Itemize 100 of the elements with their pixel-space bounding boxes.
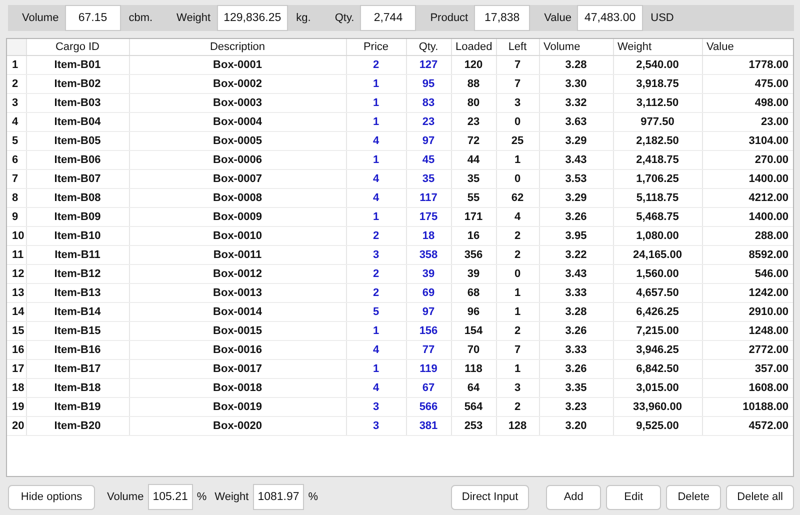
table-cell: 270.00 [702,150,793,170]
table-cell: 24,165.00 [613,246,702,264]
table-cell: Item-B02 [26,74,129,94]
table-cell: 12 [7,264,26,284]
table-cell: 4 [346,378,406,398]
table-cell: Box-0020 [129,416,346,436]
column-header[interactable]: Weight [613,39,702,56]
table-cell: 1,560.00 [613,264,702,284]
table-cell: 4 [496,208,539,226]
table-cell: Box-0002 [129,74,346,94]
table-cell: 7 [496,56,539,74]
table-cell: Item-B05 [26,132,129,150]
table-cell: 1 [496,302,539,322]
table-cell: 39 [406,264,451,284]
table-cell: 2 [496,398,539,416]
table-cell: 1,706.25 [613,170,702,188]
table-cell: Item-B07 [26,170,129,188]
table-cell: 17 [7,360,26,378]
table-cell: 35 [406,170,451,188]
table-cell: 4 [346,132,406,150]
table-cell: 3.20 [539,416,613,436]
column-header[interactable]: Volume [539,39,613,56]
table-cell: 171 [451,208,496,226]
table-cell: 3.23 [539,398,613,416]
table-cell: 0 [496,112,539,132]
table-cell: 1 [7,56,26,74]
table-cell: 356 [451,246,496,264]
table-cell: 4572.00 [702,416,793,436]
summary-field[interactable]: 67.15 [64,5,121,31]
summary-field[interactable]: 2,744 [360,5,416,31]
action-button[interactable]: Direct Input [450,484,530,510]
summary-field[interactable]: 129,836.25 [216,5,288,31]
table-cell: 1 [346,74,406,94]
table-cell: 498.00 [702,94,793,112]
table-cell: Box-0011 [129,246,346,264]
table-cell: 119 [406,360,451,378]
column-header[interactable]: Price [346,39,406,56]
table-cell: 9 [7,208,26,226]
table-cell: Box-0003 [129,94,346,112]
action-button[interactable]: Edit [606,484,662,510]
table-cell: 19 [7,398,26,416]
percent-field[interactable]: 105.21 [148,484,193,510]
table-cell: 3.26 [539,208,613,226]
summary-label: Value [544,12,572,24]
summary-label: Volume [22,12,59,24]
field-label: Volume [107,491,144,503]
column-header[interactable]: Cargo ID [26,39,129,56]
table-cell: 80 [451,94,496,112]
table-cell: 1242.00 [702,284,793,302]
table-cell: Item-B12 [26,264,129,284]
table-cell: 18 [7,378,26,398]
table-cell: 77 [406,340,451,360]
table-cell: 4 [346,188,406,208]
table-cell: 8592.00 [702,246,793,264]
table-cell: 3.63 [539,112,613,132]
table-cell: 39 [451,264,496,284]
summary-field[interactable]: 17,838 [474,5,530,31]
table-cell: 7 [496,340,539,360]
table-cell: 23 [406,112,451,132]
table-cell: 9,525.00 [613,416,702,436]
table-cell: 5,468.75 [613,208,702,226]
table-cell: 253 [451,416,496,436]
column-header[interactable]: Loaded [451,39,496,56]
column-header[interactable]: Value [702,39,793,56]
table-cell: 2 [496,246,539,264]
action-button[interactable]: Delete [666,484,722,510]
table-cell: Item-B13 [26,284,129,302]
table-cell: 1 [346,94,406,112]
table-cell: 45 [406,150,451,170]
table-cell: 2 [7,74,26,94]
action-button[interactable]: Delete all [726,484,794,510]
table-cell: Box-0012 [129,264,346,284]
table-cell: 69 [406,284,451,302]
percent-field[interactable]: 1081.97 [252,484,304,510]
table-cell: 72 [451,132,496,150]
table-cell: 1400.00 [702,208,793,226]
table-cell: 3 [346,398,406,416]
table-cell: 1 [496,284,539,302]
table-cell: 6 [7,150,26,170]
column-header[interactable]: Left [496,39,539,56]
table-cell: 3.33 [539,284,613,302]
table-cell: 154 [451,322,496,340]
table-cell: 1 [496,360,539,378]
table-cell: 4,657.50 [613,284,702,302]
table-cell: 16 [7,340,26,360]
table-cell: 546.00 [702,264,793,284]
action-button[interactable]: Add [546,484,602,510]
table-cell: 5 [7,132,26,150]
column-header[interactable]: Description [129,39,346,56]
table-cell: Item-B20 [26,416,129,436]
table-cell: 381 [406,416,451,436]
table-cell: 68 [451,284,496,302]
table-cell: 3.53 [539,170,613,188]
table-cell: 3.28 [539,302,613,322]
summary-field[interactable]: 47,483.00 [577,5,643,31]
table-cell: 128 [496,416,539,436]
table-cell: 18 [406,226,451,246]
table-cell: 564 [451,398,496,416]
hide-options-button[interactable]: Hide options [8,484,95,510]
column-header[interactable]: Qty. [406,39,451,56]
